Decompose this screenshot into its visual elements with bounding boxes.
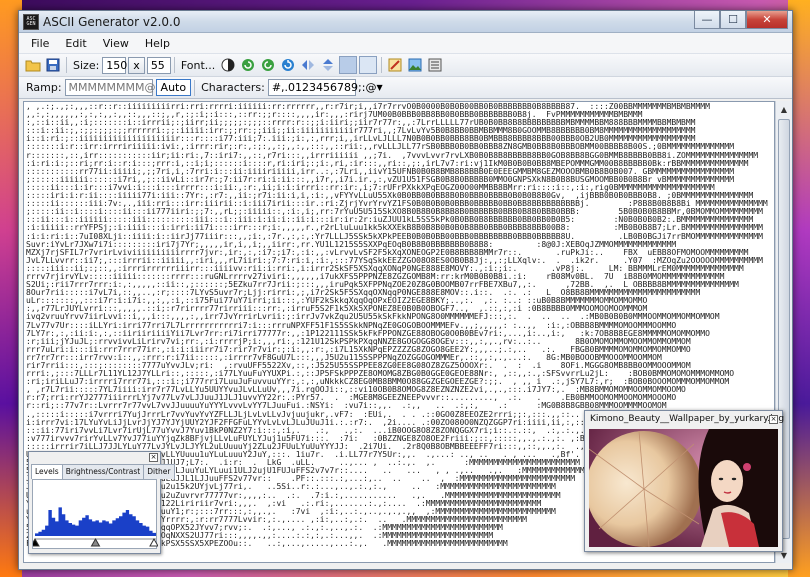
font-button[interactable]: Font...: [181, 59, 215, 72]
menu-file[interactable]: File: [23, 37, 57, 50]
maximize-button[interactable]: ☐: [720, 11, 746, 29]
image-panel-title[interactable]: Kimono_Beauty__Wallpaper_by_yurkary.jpg …: [585, 411, 785, 428]
rotate-left-icon[interactable]: [239, 56, 257, 74]
black-point-slider[interactable]: [30, 537, 40, 547]
app-logo-icon: ASC GEN: [23, 13, 39, 30]
source-image-drawing: [589, 429, 778, 547]
toolbar-separator: [194, 79, 196, 96]
save-icon[interactable]: [44, 56, 62, 74]
source-image: [589, 429, 778, 547]
image-icon[interactable]: [406, 56, 424, 74]
window-title: ASCII Generator v2.0.0: [43, 14, 181, 29]
toolbar-separator: [173, 57, 175, 73]
levels-close-icon[interactable]: ×: [149, 453, 158, 462]
tab-levels[interactable]: Levels: [31, 464, 63, 479]
levels-panel: × Levels Brightness/Contrast Dither: [28, 451, 175, 554]
scroll-up-icon[interactable]: ▲: [776, 101, 792, 117]
invert-icon[interactable]: [219, 56, 237, 74]
size-link-button[interactable]: x: [128, 56, 145, 74]
levels-histogram[interactable]: [30, 480, 159, 548]
white-point-slider[interactable]: [149, 537, 159, 547]
image-filename: Kimono_Beauty__Wallpaper_by_yurkary.jpg: [590, 414, 785, 424]
window-controls: — ☐ ✕: [694, 11, 788, 29]
tab-dither[interactable]: Dither: [143, 464, 175, 479]
close-icon: ✕: [762, 13, 772, 26]
menu-bar: File Edit View Help: [19, 33, 792, 53]
image-close-icon[interactable]: ×: [769, 415, 778, 424]
levels-tabs: Levels Brightness/Contrast Dither: [29, 464, 175, 479]
characters-label: Characters:: [201, 81, 265, 94]
settings-icon[interactable]: [426, 56, 444, 74]
open-folder-icon[interactable]: [24, 56, 42, 74]
toolbar-separator: [381, 57, 383, 73]
levels-body: [30, 479, 159, 549]
histogram-area: [35, 507, 156, 536]
height-input[interactable]: 55: [146, 56, 171, 74]
menu-view[interactable]: View: [95, 37, 137, 50]
app-icon-line-2: GEN: [26, 20, 36, 27]
close-button[interactable]: ✕: [746, 11, 788, 29]
rotate-right-icon[interactable]: [259, 56, 277, 74]
title-bar[interactable]: ASC GEN ASCII Generator v2.0.0 — ☐ ✕: [19, 11, 792, 33]
menu-edit[interactable]: Edit: [57, 37, 94, 50]
color-icon[interactable]: [386, 56, 404, 74]
characters-select[interactable]: #,.0123456789;:@ ▼: [267, 79, 383, 96]
chevron-down-icon: ▼: [376, 83, 383, 92]
minimize-icon: —: [701, 13, 713, 26]
flip-horizontal-icon[interactable]: [299, 56, 317, 74]
menu-help[interactable]: Help: [137, 37, 178, 50]
main-toolbar: Size: 150 x 55 Font...: [19, 53, 792, 77]
auto-button[interactable]: Auto: [155, 79, 192, 96]
mid-point-slider[interactable]: [90, 537, 101, 547]
ramp-select[interactable]: MMMMMMMM@@ ▼: [64, 79, 173, 96]
ramp-label: Ramp:: [26, 81, 62, 94]
minimize-button[interactable]: —: [694, 11, 720, 29]
view-mode-2-icon[interactable]: [359, 56, 378, 74]
refresh-icon[interactable]: [279, 56, 297, 74]
characters-value: #,.0123456789;:@: [271, 81, 377, 94]
source-image-panel: Kimono_Beauty__Wallpaper_by_yurkary.jpg …: [584, 410, 785, 552]
size-label: Size:: [73, 58, 100, 72]
tab-brightness-contrast[interactable]: Brightness/Contrast: [61, 464, 145, 479]
levels-panel-header[interactable]: ×: [29, 452, 160, 464]
view-mode-1-icon[interactable]: [339, 56, 358, 74]
ramp-toolbar: Ramp: MMMMMMMM@@ ▼ Auto Characters: #,.0…: [19, 77, 792, 99]
flip-vertical-icon[interactable]: [319, 56, 337, 74]
width-input[interactable]: 150: [102, 56, 127, 74]
ramp-value: MMMMMMMM@@: [68, 81, 167, 94]
toolbar-separator: [66, 57, 67, 73]
maximize-icon: ☐: [728, 13, 738, 26]
